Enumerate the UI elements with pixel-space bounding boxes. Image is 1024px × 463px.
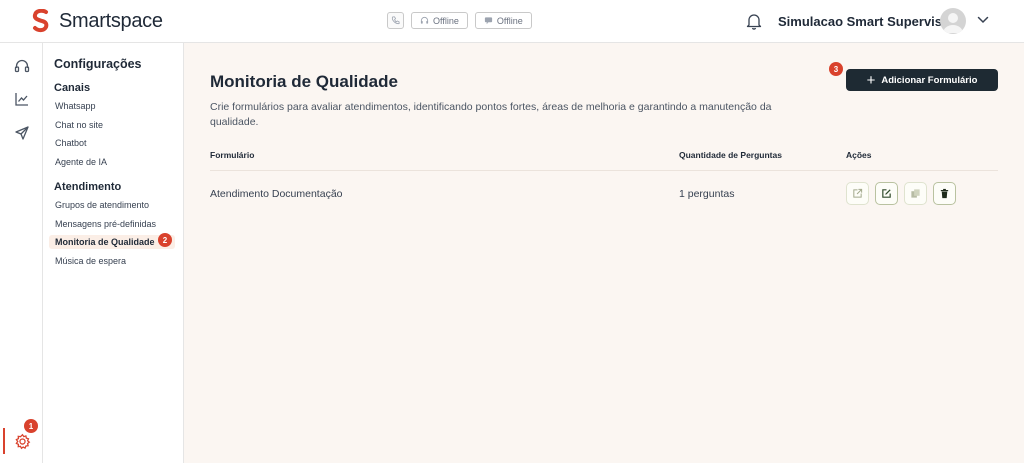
send-icon [14,125,29,140]
plus-icon: + [866,71,876,89]
voice-status-label: Offline [433,15,459,26]
section-canais: Canais [54,82,91,94]
status-group: Offline Offline [387,12,532,29]
badge-settings: 1 [24,419,38,433]
chart-icon [14,92,28,106]
external-link-icon [853,188,863,198]
phone-icon [391,16,400,25]
icon-rail: 1 [0,43,43,463]
nav-item-chatbot[interactable]: Chatbot [55,138,87,148]
rail-reports[interactable] [13,90,30,107]
user-avatar-icon [943,13,963,33]
nav-item-mensagens[interactable]: Mensagens pré-definidas [55,219,156,229]
voice-status-pill[interactable]: Offline [411,12,468,29]
add-form-label: Adicionar Formulário [881,74,978,86]
bell-icon[interactable] [746,12,762,30]
nav-item-agente-ia[interactable]: Agente de IA [55,157,107,167]
trash-icon [940,188,949,199]
chevron-down-icon[interactable] [977,16,989,24]
user-name[interactable]: Simulacao Smart Supervisor [778,14,955,29]
row-actions [846,182,962,205]
gear-icon [14,433,30,449]
avatar[interactable] [940,8,966,34]
duplicate-form-button[interactable] [904,182,927,205]
row-form-name: Atendimento Documentação [210,188,343,200]
nav-item-chat-no-site[interactable]: Chat no site [55,120,103,130]
sidenav-title: Configurações [54,57,142,71]
th-questions: Quantidade de Perguntas [679,150,782,160]
open-form-button[interactable] [846,182,869,205]
headset-icon [420,16,429,24]
chat-status-label: Offline [496,15,523,26]
section-atendimento: Atendimento [54,181,122,193]
th-actions: Ações [846,150,872,160]
edit-form-button[interactable] [875,182,898,205]
table-divider [210,170,998,171]
nav-item-monitoria[interactable]: Monitoria de Qualidade [49,235,175,249]
smartspace-logo-icon [32,9,49,33]
app-logo[interactable]: Smartspace [31,9,163,33]
badge-add: 3 [829,62,843,76]
page-title: Monitoria de Qualidade [210,72,398,91]
th-form: Formulário [210,150,255,160]
settings-sidenav: Configurações Canais Whatsapp Chat no si… [43,43,184,463]
headset-icon [14,59,29,72]
main-content: Monitoria de Qualidade Crie formulários … [184,43,1024,463]
badge-menu: 2 [158,233,172,247]
nav-item-whatsapp[interactable]: Whatsapp [55,101,96,111]
add-form-button[interactable]: + Adicionar Formulário [846,69,998,91]
edit-icon [882,189,891,198]
nav-item-grupos[interactable]: Grupos de atendimento [55,200,149,210]
chat-icon [484,17,492,25]
copy-icon [911,189,920,198]
delete-form-button[interactable] [933,182,956,205]
nav-item-musica[interactable]: Música de espera [55,256,126,266]
chat-status-pill[interactable]: Offline [474,12,532,29]
top-header: Smartspace Offline Offline Simulacao Sma… [0,0,1024,43]
rail-attendance[interactable] [13,57,30,74]
row-question-count: 1 perguntas [679,188,735,200]
rail-campaigns[interactable] [13,124,30,141]
app-name: Smartspace [59,9,163,32]
page-description: Crie formulários para avaliar atendiment… [210,101,772,128]
phone-status-button[interactable] [387,12,404,29]
